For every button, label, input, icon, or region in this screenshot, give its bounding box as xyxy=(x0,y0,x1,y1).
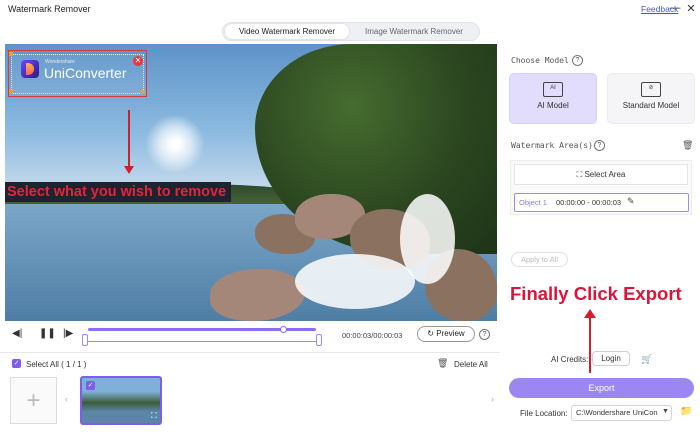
delete-all-button[interactable]: Delete All xyxy=(454,360,488,369)
preview-label: Preview xyxy=(436,329,465,338)
progress-thumb[interactable] xyxy=(280,326,288,333)
pause-icon[interactable]: ❚❚ xyxy=(39,328,56,339)
folder-icon[interactable]: 📁 xyxy=(680,406,692,417)
tab-video-watermark-remover[interactable]: Video Watermark Remover xyxy=(225,24,349,39)
trim-end-handle[interactable] xyxy=(316,334,322,346)
video-waterfall xyxy=(295,254,415,309)
add-file-button[interactable]: + xyxy=(10,377,57,424)
choose-model-title: Choose Model xyxy=(511,56,569,65)
rewind-icon[interactable]: ◀| xyxy=(12,328,22,339)
select-all-label: Select All ( 1 / 1 ) xyxy=(26,360,87,369)
resize-handle[interactable] xyxy=(141,90,145,94)
expand-icon[interactable]: ⛶ xyxy=(151,411,157,421)
select-area-icon: ⛶ xyxy=(576,170,583,179)
select-area-button[interactable]: ⛶ Select Area xyxy=(514,164,688,185)
chevron-down-icon[interactable]: ▼ xyxy=(662,408,669,415)
resize-handle[interactable] xyxy=(9,90,13,94)
ai-model-card[interactable]: AI AI Model xyxy=(509,73,597,124)
chevron-left-icon[interactable]: ‹ xyxy=(65,394,68,404)
object-name: Object 1 xyxy=(519,198,547,207)
annotation-arrow-head xyxy=(124,166,134,174)
trim-start-handle[interactable] xyxy=(82,334,88,346)
app-title: Watermark Remover xyxy=(8,4,91,14)
trash-icon[interactable]: 🗑 xyxy=(682,140,693,151)
standard-model-icon: ⊘ xyxy=(641,82,661,97)
cart-icon[interactable]: 🛒 xyxy=(641,354,652,365)
watermark-area-title: Watermark Area(s) xyxy=(511,141,593,150)
file-location-label: File Location: xyxy=(520,409,568,418)
forward-icon[interactable]: |▶ xyxy=(63,328,73,339)
help-icon[interactable]: ? xyxy=(572,55,583,66)
annotation-select-instruction: Select what you wish to remove xyxy=(5,182,231,202)
close-icon[interactable]: ✕ xyxy=(684,2,698,15)
select-area-label: Select Area xyxy=(584,170,626,179)
preview-button[interactable]: ↻ Preview xyxy=(417,326,475,342)
login-button[interactable]: Login xyxy=(592,351,630,366)
edit-icon[interactable]: ✎ xyxy=(627,196,635,207)
chevron-right-icon[interactable]: › xyxy=(491,394,494,404)
video-sun xyxy=(145,114,205,174)
refresh-icon: ↻ xyxy=(427,329,434,338)
title-bar xyxy=(0,0,700,20)
standard-model-label: Standard Model xyxy=(622,101,680,110)
ai-model-icon: AI xyxy=(543,82,563,97)
trim-range-line xyxy=(84,341,320,342)
annotation-arrow-line xyxy=(589,316,591,373)
export-button[interactable]: Export xyxy=(509,378,694,398)
video-waterfall xyxy=(400,194,455,284)
trash-icon[interactable]: 🗑 xyxy=(437,358,448,369)
ai-model-label: AI Model xyxy=(537,101,569,110)
apply-to-all-button[interactable]: Apply to All xyxy=(511,252,568,267)
select-all-checkbox[interactable]: ✓ xyxy=(12,359,21,368)
divider xyxy=(0,352,500,353)
watermark-brand: UniConverter xyxy=(44,65,127,81)
help-icon[interactable]: ? xyxy=(594,140,605,151)
tab-image-watermark-remover[interactable]: Image Watermark Remover xyxy=(351,24,477,39)
object-time-range: 00:00:00 - 00:00:03 xyxy=(556,198,622,207)
tab-bar: Video Watermark Remover Image Watermark … xyxy=(222,22,480,41)
annotation-export-instruction: Finally Click Export xyxy=(510,283,682,304)
time-display: 00:00:03/00:00:03 xyxy=(342,331,403,340)
ai-credits-label: AI Credits: xyxy=(551,355,589,364)
file-location-select[interactable]: C:\Wondershare UniCon xyxy=(571,405,672,421)
help-icon[interactable]: ? xyxy=(479,329,490,340)
annotation-arrow-line xyxy=(128,110,130,172)
standard-model-card[interactable]: ⊘ Standard Model xyxy=(607,73,695,124)
thumbnail-checkbox[interactable]: ✓ xyxy=(86,381,95,390)
resize-handle[interactable] xyxy=(9,52,13,56)
minimize-icon[interactable]: — xyxy=(668,2,682,14)
remove-selection-icon[interactable]: ✕ xyxy=(133,56,143,66)
